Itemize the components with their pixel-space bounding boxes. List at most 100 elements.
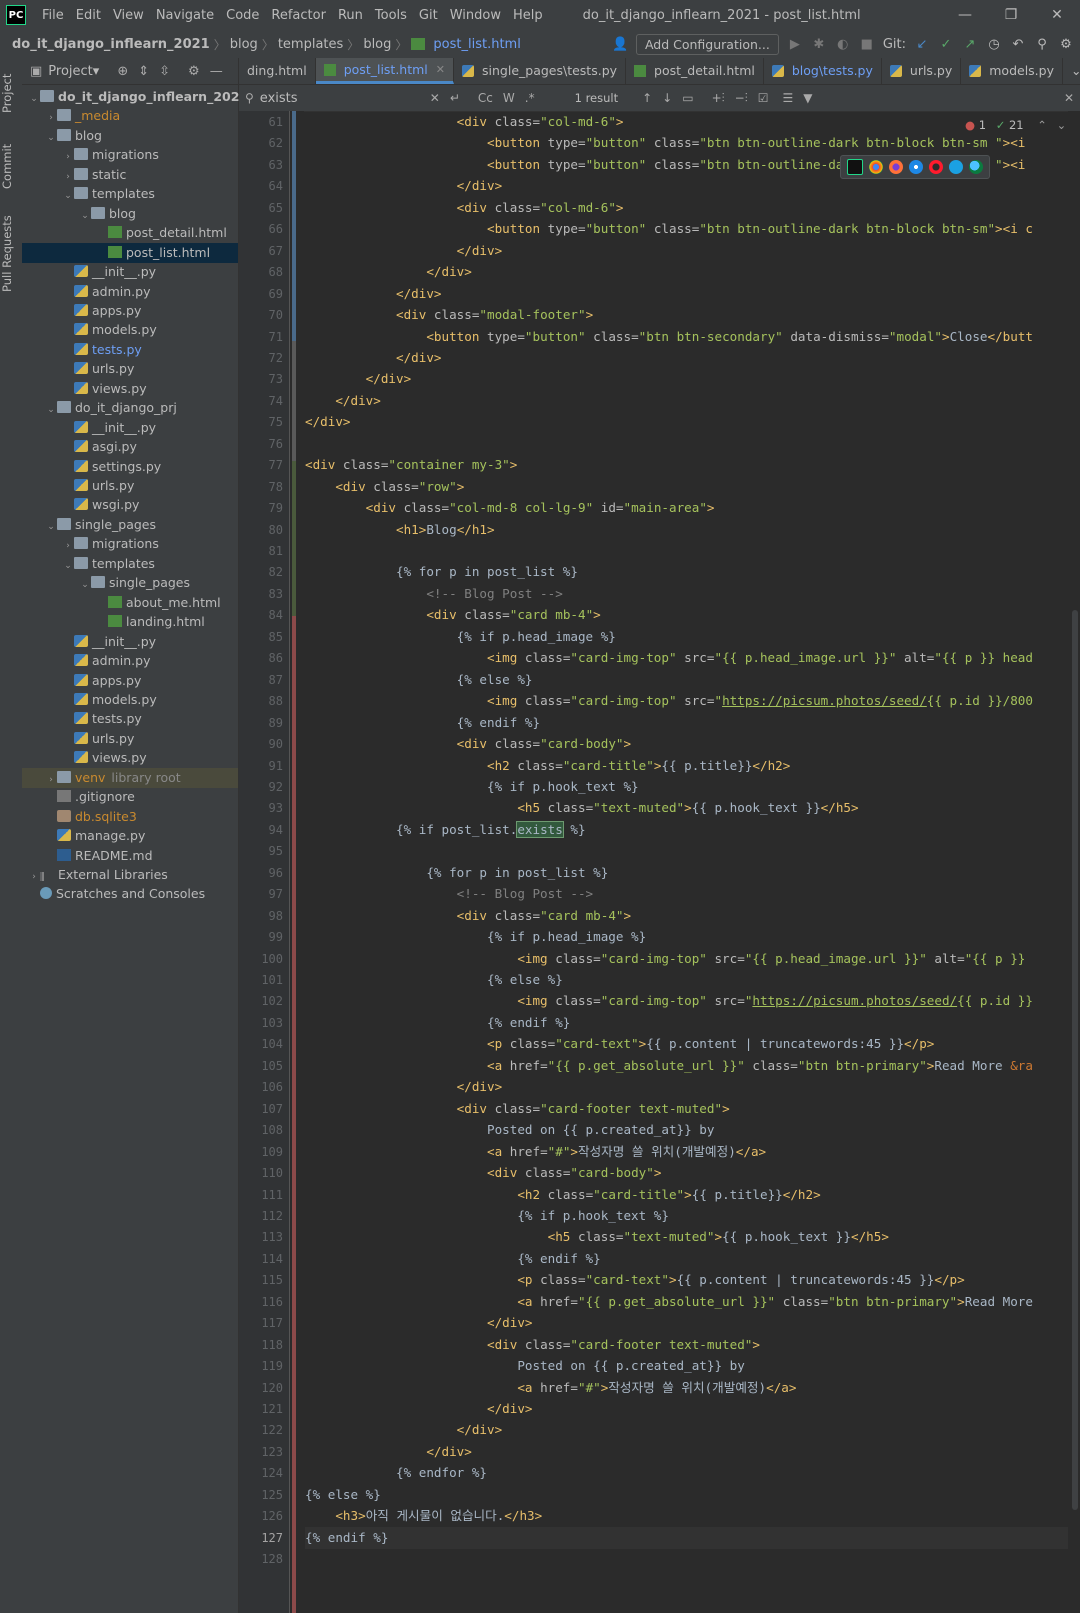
code-line[interactable]: <div class="col-md-6"> [305,197,624,219]
code-line[interactable]: <div class="col-md-8 col-lg-9" id="main-… [305,497,715,519]
code-line[interactable]: {% if p.hook_text %} [305,1205,669,1227]
tree-item[interactable]: ⌄ do_it_django_prj [22,398,238,418]
code-line[interactable]: <div class="card-body"> [305,733,631,755]
code-line[interactable]: </div> [305,175,503,197]
breadcrumb-item[interactable]: do_it_django_inflearn_2021 [0,37,214,52]
code-line[interactable]: <h1>Blog</h1> [305,519,495,541]
tab-overflow-icon[interactable]: ⌄ [1063,58,1080,84]
internet-explorer-icon[interactable] [949,160,963,174]
tree-item[interactable]: apps.py [22,301,238,321]
tree-item[interactable]: tests.py [22,709,238,729]
tree-item[interactable]: landing.html [22,612,238,632]
code-line[interactable]: {% endif %} [305,1248,600,1270]
tree-item[interactable]: tests.py [22,340,238,360]
select-all-icon[interactable]: ☑ [758,91,769,105]
add-occurrence-icon[interactable]: +⫶ [712,91,725,106]
project-tool-tab[interactable]: Project [0,66,22,121]
code-line[interactable]: <a href="#">작성자명 쓸 위치(개발예정)</a> [305,1377,796,1399]
breadcrumb-item[interactable]: blog [226,37,262,52]
editor-tab[interactable]: blog\tests.py [764,58,882,84]
git-commit-icon[interactable]: ✓ [938,37,954,52]
tree-item[interactable]: settings.py [22,457,238,477]
git-update-icon[interactable]: ↙ [914,37,930,52]
tree-item[interactable]: post_detail.html [22,223,238,243]
tree-item[interactable]: ⌄ single_pages [22,573,238,593]
tree-item[interactable]: admin.py [22,282,238,302]
code-line[interactable]: <div class="card-footer text-muted"> [305,1334,760,1356]
tree-item[interactable]: models.py [22,320,238,340]
code-line[interactable]: {% if p.head_image %} [305,926,646,948]
tree-item[interactable]: urls.py [22,359,238,379]
tree-item[interactable]: __init__.py [22,632,238,652]
change-marker[interactable] [292,461,296,616]
code-line[interactable]: </div> [305,368,412,390]
code-line[interactable]: <a href="{{ p.get_absolute_url }}" class… [305,1291,1033,1313]
code-line[interactable]: {% for p in post_list %} [305,862,608,884]
menu-item-file[interactable]: File [36,8,70,23]
add-configuration-button[interactable]: Add Configuration... [635,33,779,55]
code-line[interactable]: {% for p in post_list %} [305,561,578,583]
inspection-widget[interactable]: ● 1 ✓ 21 ⌃ ⌄ [965,118,1066,132]
tree-item[interactable]: wsgi.py [22,495,238,515]
gear-icon[interactable]: ⚙ [188,64,200,79]
menu-item-git[interactable]: Git [413,8,444,23]
pycharm-browser-icon[interactable] [847,159,863,175]
code-line[interactable]: <h2 class="card-title">{{ p.title}}</h2> [305,755,790,777]
code-line[interactable]: <div class="card mb-4"> [305,905,631,927]
code-line[interactable]: <div class="row"> [305,476,464,498]
menu-item-refactor[interactable]: Refactor [265,8,332,23]
change-marker[interactable] [292,616,296,1613]
next-highlight-icon[interactable]: ⌄ [1057,118,1067,132]
tree-item[interactable]: › _media [22,106,238,126]
code-line[interactable]: <div class="container my-3"> [305,454,517,476]
tree-item[interactable]: › static [22,165,238,185]
breadcrumb-item[interactable]: templates [274,37,347,52]
code-line[interactable]: <img class="card-img-top" src="https://p… [305,990,1033,1012]
editor-tab[interactable]: ding.html [239,58,316,84]
run-icon[interactable]: ▶ [787,37,803,52]
tree-item[interactable]: ⌄ templates [22,184,238,204]
user-icon[interactable]: 👤 [612,37,628,52]
expand-all-icon[interactable]: ⇕ [138,64,149,79]
pull-requests-tool-tab[interactable]: Pull Requests [0,208,22,300]
regex-option[interactable]: .* [525,91,535,105]
menu-item-run[interactable]: Run [332,8,369,23]
code-line[interactable]: <h5 class="text-muted">{{ p.hook_text }}… [305,797,858,819]
tree-item[interactable]: › migrations [22,534,238,554]
code-line[interactable]: {% else %} [305,669,533,691]
code-line[interactable]: <img class="card-img-top" src="https://p… [305,690,1033,712]
commit-tool-tab[interactable]: Commit [0,136,22,196]
tree-item[interactable]: manage.py [22,826,238,846]
clear-search-icon[interactable]: ✕ [430,91,440,105]
breadcrumb-item[interactable]: blog [359,37,395,52]
locate-icon[interactable]: ⊕ [117,64,128,79]
remove-occurrence-icon[interactable]: −⫶ [735,91,748,106]
rollback-icon[interactable]: ↶ [1010,37,1026,52]
tree-item[interactable]: ⌄do_it_django_inflearn_2021C:\ [22,87,271,107]
project-view-selector[interactable]: Project▾ [48,64,99,79]
opera-icon[interactable] [929,160,943,174]
firefox-icon[interactable] [889,160,903,174]
code-line[interactable]: <p class="card-text">{{ p.content | trun… [305,1033,934,1055]
editor-tab[interactable]: post_list.html ✕ [315,58,454,84]
code-line[interactable]: <button type="button" class="btn btn-out… [305,132,1025,154]
code-line[interactable]: Posted on {{ p.created_at}} by [305,1119,714,1141]
collapse-all-icon[interactable]: ⇳ [159,64,170,79]
tree-item[interactable]: ⌄ templates [22,554,238,574]
menu-item-code[interactable]: Code [220,8,265,23]
code-line[interactable]: </div> [305,240,503,262]
next-occurrence-icon[interactable]: ↓ [662,91,672,105]
tree-item[interactable]: › ⫼ External Libraries [22,865,238,885]
close-button[interactable]: ✕ [1034,0,1080,30]
coverage-icon[interactable]: ◐ [835,37,851,52]
code-line[interactable]: {% else %} [305,969,563,991]
editor-tab[interactable]: single_pages\tests.py [454,58,627,84]
code-line[interactable]: <img class="card-img-top" src="{{ p.head… [305,647,1033,669]
edge-icon[interactable] [969,160,983,174]
code-line[interactable]: <!-- Blog Post --> [305,583,562,605]
code-line[interactable]: {% else %} [305,1484,381,1506]
tree-item[interactable]: urls.py [22,476,238,496]
code-line[interactable]: </div> [305,347,442,369]
code-line[interactable]: <div class="card mb-4"> [305,604,600,626]
code-line[interactable]: </div> [305,1441,472,1463]
